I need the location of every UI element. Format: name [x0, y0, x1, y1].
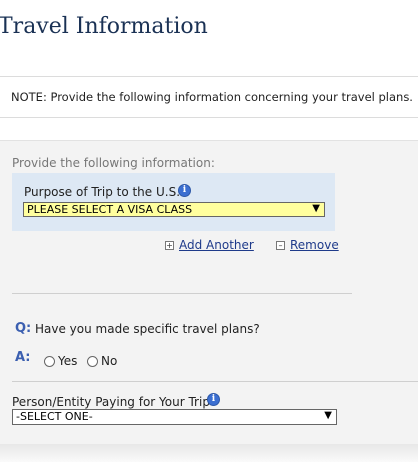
remove-link[interactable]: Remove: [290, 238, 339, 252]
plus-icon[interactable]: +: [165, 241, 174, 250]
visa-class-select[interactable]: PLEASE SELECT A VISA CLASS ▼: [23, 202, 325, 217]
add-another-link[interactable]: Add Another: [179, 238, 254, 252]
travel-plans-question: Have you made specific travel plans?: [35, 322, 260, 336]
panel-bottom-shadow: [0, 444, 418, 462]
no-radio[interactable]: [87, 356, 98, 367]
yes-radio[interactable]: [44, 356, 55, 367]
info-icon[interactable]: i: [178, 184, 191, 197]
divider: [12, 381, 418, 382]
info-icon[interactable]: i: [207, 393, 220, 406]
divider: [12, 293, 352, 294]
payer-label: Person/Entity Paying for Your Trip: [12, 395, 210, 409]
minus-icon[interactable]: –: [276, 241, 285, 250]
payer-select[interactable]: -SELECT ONE- ▼: [12, 409, 337, 425]
no-radio-label[interactable]: No: [101, 354, 117, 368]
purpose-label: Purpose of Trip to the U.S.: [24, 185, 181, 199]
page-title: Travel Information: [0, 14, 208, 39]
chevron-down-icon: ▼: [312, 203, 320, 214]
note-text: NOTE: Provide the following information …: [11, 90, 413, 104]
provide-info-label: Provide the following information:: [12, 156, 215, 170]
yes-radio-label[interactable]: Yes: [58, 354, 77, 368]
payer-select-value: -SELECT ONE-: [16, 410, 93, 423]
chevron-down-icon: ▼: [324, 410, 332, 421]
answer-marker: A:: [15, 350, 31, 365]
visa-class-select-value: PLEASE SELECT A VISA CLASS: [27, 203, 193, 216]
question-marker: Q:: [15, 321, 32, 336]
